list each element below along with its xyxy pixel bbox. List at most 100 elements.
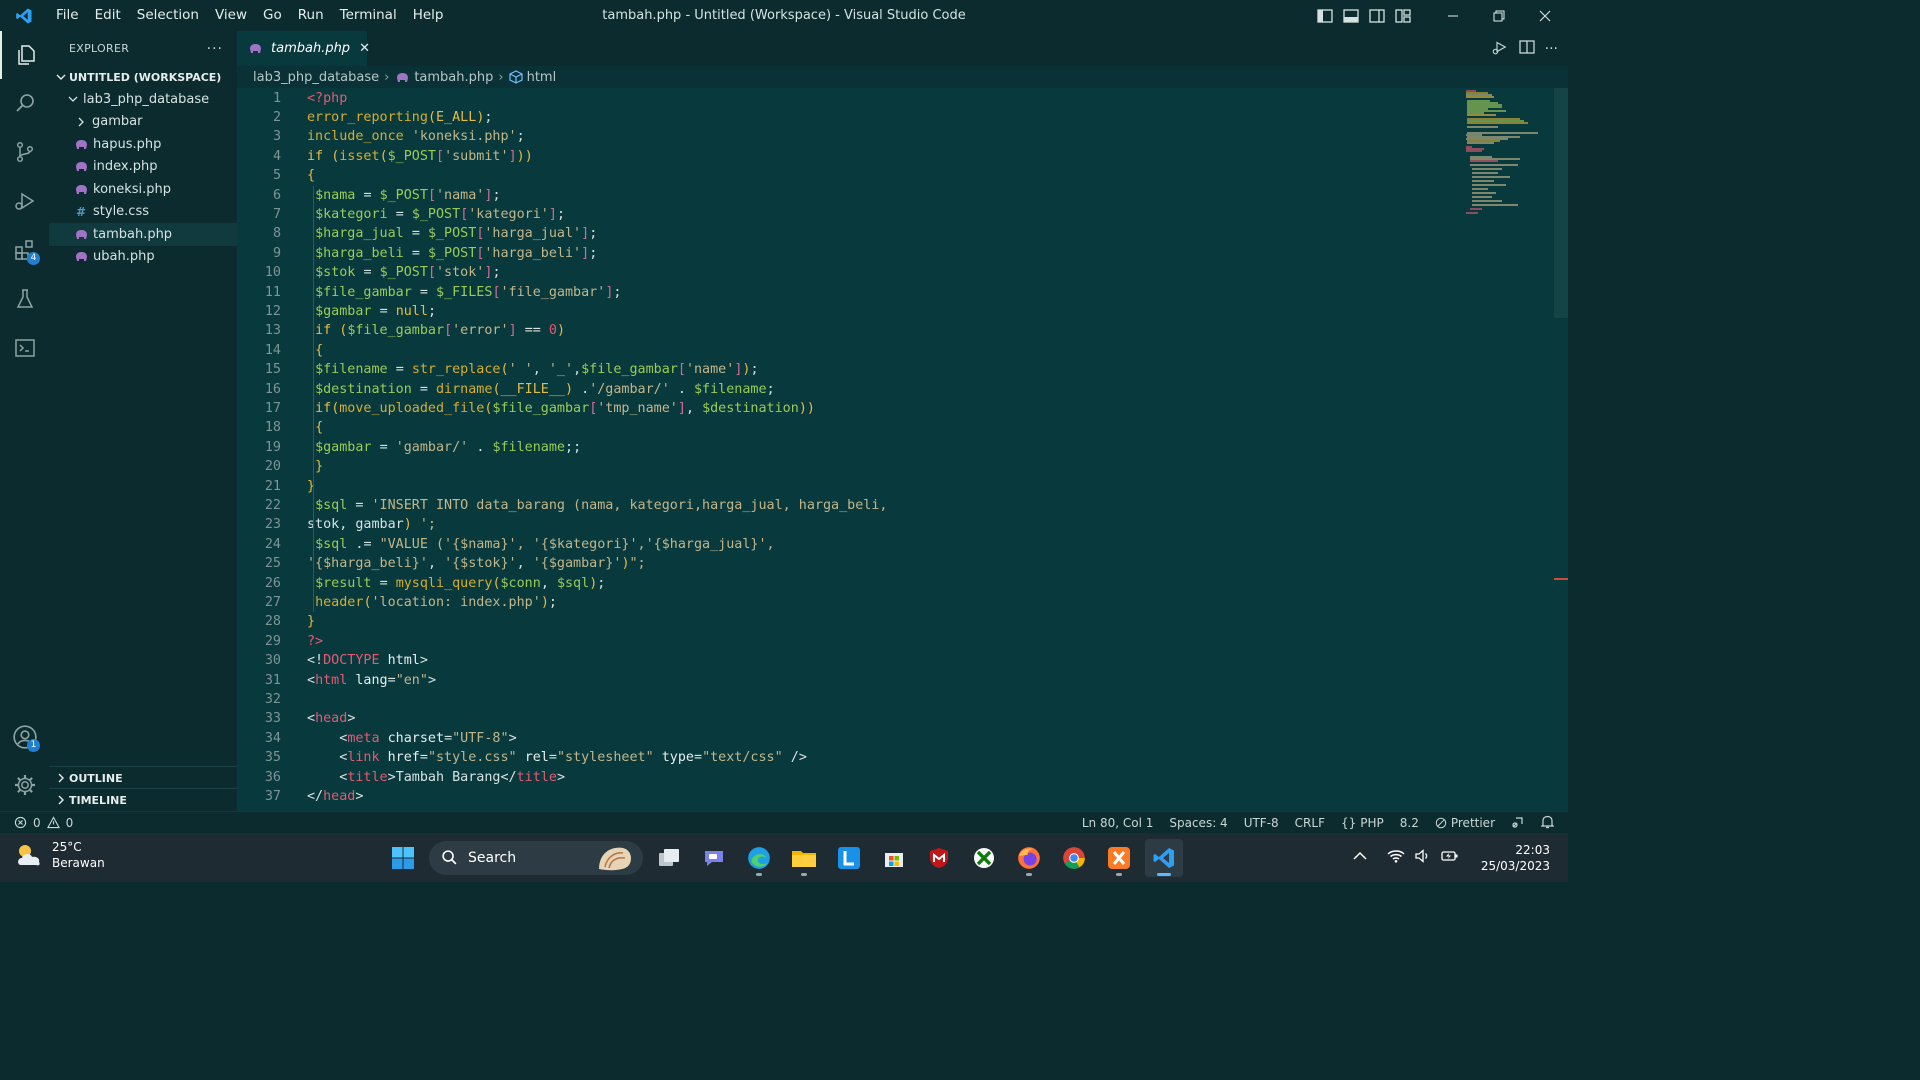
l-app-icon[interactable] (830, 839, 868, 877)
code-line[interactable]: 5{ (237, 166, 1437, 185)
code-line[interactable]: 15 $filename = str_replace(' ', '_',$fil… (237, 360, 1437, 379)
prettier-status[interactable]: Prettier (1435, 816, 1495, 830)
code-line[interactable]: 36 <title>Tambah Barang</title> (237, 768, 1437, 787)
code-line[interactable]: 20 } (237, 457, 1437, 476)
task-view-icon[interactable] (650, 839, 688, 877)
code-line[interactable]: 12 $gambar = null; (237, 302, 1437, 321)
tree-item-tambah[interactable]: tambah.php (49, 223, 237, 246)
code-line[interactable]: 24 $sql .= "VALUE ('{$nama}', '{$kategor… (237, 535, 1437, 554)
chrome-icon[interactable] (1055, 839, 1093, 877)
breadcrumb-file[interactable]: tambah.php (414, 70, 493, 85)
problems-indicator[interactable]: 0 0 (0, 816, 73, 830)
code-line[interactable]: 30 <!DOCTYPE html> (237, 651, 1437, 670)
tree-item-koneksi[interactable]: koneksi.php (49, 178, 237, 201)
code-editor[interactable]: 1 <?php 2 error_reporting(E_ALL); 3 include_o… (237, 88, 1568, 811)
toggle-secondary-sidebar-icon[interactable] (1364, 0, 1390, 31)
menu-view[interactable]: View (207, 0, 255, 31)
code-line[interactable]: 14 { (237, 341, 1437, 360)
code-line[interactable]: 31 <html lang="en"> (237, 671, 1437, 690)
breadcrumb-symbol[interactable]: html (527, 70, 557, 85)
code-line[interactable]: 32 (237, 690, 1437, 709)
live-share-icon[interactable] (1511, 815, 1525, 832)
tree-item-index[interactable]: index.php (49, 156, 237, 179)
code-line[interactable]: 23 stok, gambar) '; (237, 515, 1437, 534)
run-php-icon[interactable] (1491, 38, 1509, 60)
breadcrumb-folder[interactable]: lab3_php_database (253, 70, 379, 85)
firefox-icon[interactable] (1010, 839, 1048, 877)
start-windows-icon[interactable] (384, 839, 422, 877)
code-line[interactable]: 4 if (isset($_POST['submit'])) (237, 147, 1437, 166)
tab-tambah-php[interactable]: tambah.php ✕ (237, 31, 370, 66)
settings-gear-icon[interactable] (0, 761, 49, 809)
menu-terminal[interactable]: Terminal (332, 0, 405, 31)
code-line[interactable]: 16 $destination = dirname(__FILE__) .'/g… (237, 380, 1437, 399)
restore-icon[interactable] (1476, 0, 1522, 31)
chevron-up-icon[interactable] (1353, 850, 1367, 865)
php-version[interactable]: 8.2 (1400, 816, 1419, 830)
code-line[interactable]: 18 { (237, 418, 1437, 437)
mcafee-shield-icon[interactable] (920, 839, 958, 877)
code-line[interactable]: 10 $stok = $_POST['stok']; (237, 263, 1437, 282)
code-line[interactable]: 25 '{$harga_beli}', '{$stok}', '{$gambar}… (237, 554, 1437, 573)
teams-chat-icon[interactable] (695, 839, 733, 877)
code-line[interactable]: 11 $file_gambar = $_FILES['file_gambar']… (237, 283, 1437, 302)
code-line[interactable]: 26 $result = mysqli_query($conn, $sql); (237, 574, 1437, 593)
code-line[interactable]: 22 $sql = 'INSERT INTO data_barang (nama… (237, 496, 1437, 515)
toggle-primary-sidebar-icon[interactable] (1312, 0, 1338, 31)
more-actions-icon[interactable]: ··· (1545, 41, 1558, 57)
code-line[interactable]: 1 <?php (237, 89, 1437, 108)
indentation[interactable]: Spaces: 4 (1169, 816, 1227, 830)
code-line[interactable]: 2 error_reporting(E_ALL); (237, 108, 1437, 127)
vscode-taskbar-icon[interactable] (1145, 838, 1183, 877)
search-icon[interactable] (0, 79, 49, 127)
outline-section[interactable]: OUTLINE (49, 766, 237, 789)
code-line[interactable]: 21} (237, 477, 1437, 496)
testing-icon[interactable] (0, 275, 49, 323)
tree-item-ubah[interactable]: ubah.php (49, 246, 237, 269)
code-line[interactable]: 33 <head> (237, 709, 1437, 728)
extensions-icon[interactable]: 4 (0, 226, 49, 274)
terminal-icon[interactable] (0, 324, 49, 372)
xbox-icon[interactable] (965, 839, 1003, 877)
microsoft-store-icon[interactable] (875, 839, 913, 877)
wifi-icon[interactable] (1387, 849, 1405, 867)
code-line[interactable]: 19 $gambar = 'gambar/' . $filename;; (237, 438, 1437, 457)
encoding[interactable]: UTF-8 (1244, 816, 1279, 830)
code-line[interactable]: 34 <meta charset="UTF-8"> (237, 729, 1437, 748)
more-actions-icon[interactable]: ··· (207, 41, 223, 57)
workspace-root[interactable]: UNTITLED (WORKSPACE) (49, 66, 237, 88)
file-explorer-icon[interactable] (785, 839, 823, 877)
minimap[interactable] (1458, 88, 1554, 228)
code-line[interactable]: 29 ?> (237, 632, 1437, 651)
menu-help[interactable]: Help (405, 0, 452, 31)
xampp-icon[interactable] (1100, 839, 1138, 877)
menu-file[interactable]: File (48, 0, 87, 31)
code-line[interactable]: 8 $harga_jual = $_POST['harga_jual']; (237, 224, 1437, 243)
timeline-section[interactable]: TIMELINE (49, 788, 237, 811)
language-mode[interactable]: {} PHP (1341, 816, 1384, 830)
close-window-icon[interactable] (1522, 0, 1568, 31)
menu-run[interactable]: Run (290, 0, 332, 31)
code-line[interactable]: 6 $nama = $_POST['nama']; (237, 186, 1437, 205)
weather-widget[interactable]: 25°C Berawan (14, 839, 105, 871)
code-line[interactable]: 35 <link href="style.css" rel="styleshee… (237, 748, 1437, 767)
close-tab-icon[interactable]: ✕ (359, 41, 370, 56)
code-line[interactable]: 28} (237, 612, 1437, 631)
minimize-icon[interactable] (1430, 0, 1476, 31)
clock[interactable]: 22:03 25/03/2023 (1481, 842, 1550, 874)
battery-charging-icon[interactable] (1441, 849, 1459, 867)
tree-item-gambar[interactable]: gambar (49, 111, 237, 134)
code-line[interactable]: 27 header('location: index.php'); (237, 593, 1437, 612)
menu-go[interactable]: Go (255, 0, 290, 31)
edge-browser-icon[interactable] (740, 839, 778, 877)
menu-edit[interactable]: Edit (87, 0, 129, 31)
folder-lab3[interactable]: lab3_php_database (49, 88, 237, 111)
tree-item-hapus[interactable]: hapus.php (49, 133, 237, 156)
volume-icon[interactable] (1415, 848, 1431, 867)
vscode-logo-icon[interactable] (0, 0, 48, 31)
split-editor-icon[interactable] (1518, 39, 1535, 58)
run-debug-icon[interactable] (0, 177, 49, 225)
tree-item-style[interactable]: # style.css (49, 201, 237, 224)
notifications-bell-icon[interactable] (1540, 815, 1555, 832)
end-of-line[interactable]: CRLF (1295, 816, 1325, 830)
